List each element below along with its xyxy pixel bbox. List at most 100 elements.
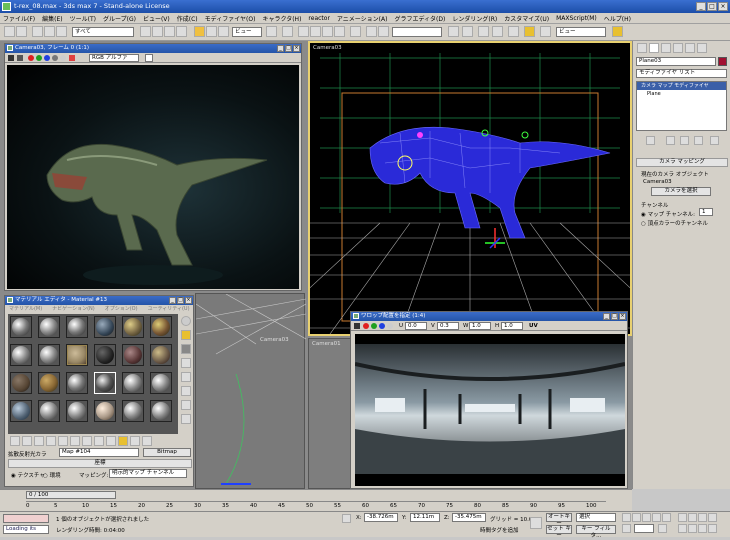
modify-tab-icon[interactable] [649, 43, 659, 53]
select-by-name-icon[interactable] [152, 26, 163, 37]
put-to-library-icon[interactable] [82, 436, 92, 446]
copy-image-icon[interactable] [17, 55, 23, 61]
maxscript-listener[interactable] [3, 514, 49, 523]
bind-space-warp-icon[interactable] [56, 26, 67, 37]
uv-tiling-icon[interactable] [181, 358, 191, 368]
camera-mapping-rollout[interactable]: カメラ マッピング [636, 158, 728, 167]
menu-customize[interactable]: カスタマイズ(U) [504, 14, 549, 23]
maximize-button[interactable]: □ [611, 313, 618, 320]
reset-map-icon[interactable] [46, 436, 56, 446]
select-object-icon[interactable] [140, 26, 151, 37]
close-button[interactable]: × [185, 297, 192, 304]
menu-graph-editors[interactable]: グラフエディタ(D) [394, 14, 445, 23]
view-dropdown[interactable]: ビュー [556, 27, 606, 37]
key-mode-icon[interactable] [622, 524, 631, 533]
next-frame-icon[interactable] [652, 513, 661, 522]
close-button[interactable]: × [718, 2, 728, 11]
environment-radio[interactable]: ○ 環境 [43, 471, 61, 479]
current-frame-field[interactable] [634, 524, 654, 533]
rect-selection-icon[interactable] [164, 26, 175, 37]
channel-dropdown[interactable]: RGB アルファ [89, 54, 139, 62]
uv-button[interactable]: UV [529, 323, 538, 329]
sample-slot[interactable] [10, 400, 32, 422]
mat-menu-material[interactable]: マテリアル(M) [9, 305, 42, 313]
mirror-icon[interactable] [366, 26, 377, 37]
snap-3d-icon[interactable] [298, 26, 309, 37]
zoom-icon[interactable] [678, 513, 687, 522]
modifier-list-dropdown[interactable]: モディファイヤ リスト [636, 69, 727, 78]
menu-maxscript[interactable]: MAXScript(M) [556, 15, 597, 22]
menu-rendering[interactable]: レンダリング(R) [452, 14, 497, 23]
named-selection-dropdown[interactable] [392, 27, 442, 37]
camera01-viewport[interactable]: Camera01 [308, 338, 356, 489]
key-icon[interactable] [530, 517, 542, 529]
material-editor-window[interactable]: マテリアル エディタ - Material #13 _ □ × マテリアル(M) ナ… [4, 295, 194, 487]
sample-slot[interactable] [10, 344, 32, 366]
green-channel-icon[interactable] [371, 323, 377, 329]
sample-slot[interactable] [122, 344, 144, 366]
zoom-extents-all-icon[interactable] [708, 513, 717, 522]
env-map-window[interactable]: ワロップ配置を指定 (1:4) _ □ × U 0.0 V 0.3 W 1.0 H … [350, 311, 628, 489]
frame-window-title-bar[interactable]: Camera03, フレーム 0 (1:1) _ □ × [5, 44, 301, 53]
sample-slot[interactable] [38, 372, 60, 394]
menu-tools[interactable]: ツール(T) [70, 14, 96, 23]
link-icon[interactable] [32, 26, 43, 37]
mono-icon[interactable] [60, 55, 66, 61]
blue-channel-icon[interactable] [44, 55, 50, 61]
camera-viewport-label[interactable]: Camera03 [260, 337, 289, 343]
sample-slot[interactable] [10, 316, 32, 338]
orbit-icon[interactable] [698, 524, 707, 533]
configure-sets-icon[interactable] [710, 136, 719, 145]
map-type-button[interactable]: Bitmap [143, 448, 191, 457]
menu-edit[interactable]: 編集(E) [42, 14, 62, 23]
maximize-button[interactable]: □ [177, 297, 184, 304]
video-color-check-icon[interactable] [181, 372, 191, 382]
go-to-start-icon[interactable] [622, 513, 631, 522]
make-unique-icon[interactable] [70, 436, 80, 446]
sample-slot[interactable] [94, 400, 116, 422]
x-coordinate-field[interactable]: -38.726m [364, 513, 398, 522]
menu-view[interactable]: ビュー(V) [143, 14, 170, 23]
red-channel-icon[interactable] [363, 323, 369, 329]
add-time-tag[interactable]: 時間タグを追加 [480, 526, 519, 534]
go-forward-sibling-icon[interactable] [142, 436, 152, 446]
green-channel-icon[interactable] [36, 55, 42, 61]
material-effects-icon[interactable] [94, 436, 104, 446]
remove-modifier-icon[interactable] [694, 136, 703, 145]
sample-slot[interactable] [122, 400, 144, 422]
window-crossing-icon[interactable] [176, 26, 187, 37]
sample-slot[interactable] [38, 316, 60, 338]
minimize-button[interactable]: _ [696, 2, 706, 11]
sample-slot[interactable] [94, 316, 116, 338]
w-field[interactable]: 1.0 [469, 322, 491, 330]
align-icon[interactable] [378, 26, 389, 37]
mat-menu-utilities[interactable]: ユーティリティ(U) [148, 305, 190, 313]
close-button[interactable]: × [619, 313, 626, 320]
make-unique-icon[interactable] [680, 136, 689, 145]
schematic-view-icon[interactable] [478, 26, 489, 37]
sample-type-icon[interactable] [181, 316, 191, 326]
spinner-snap-icon[interactable] [334, 26, 345, 37]
maximize-button[interactable]: □ [285, 45, 292, 52]
zoom-all-icon[interactable] [688, 513, 697, 522]
bottom-left-viewport[interactable] [195, 293, 307, 489]
sample-slot[interactable] [66, 316, 88, 338]
display-tab-icon[interactable] [685, 43, 695, 53]
minimize-button[interactable]: _ [277, 45, 284, 52]
minimize-button[interactable]: _ [603, 313, 610, 320]
sample-slot[interactable] [66, 372, 88, 394]
maximize-viewport-icon[interactable] [708, 524, 717, 533]
make-copy-icon[interactable] [58, 436, 68, 446]
make-preview-icon[interactable] [181, 386, 191, 396]
assign-material-icon[interactable] [34, 436, 44, 446]
sample-slot[interactable] [94, 344, 116, 366]
mat-menu-navigation[interactable]: ナビゲーション(N) [52, 305, 95, 313]
maximize-button[interactable]: □ [707, 2, 717, 11]
show-end-result-icon[interactable] [118, 436, 128, 446]
minimize-button[interactable]: _ [169, 297, 176, 304]
motion-tab-icon[interactable] [673, 43, 683, 53]
undo-icon[interactable] [4, 26, 15, 37]
move-icon[interactable] [194, 26, 205, 37]
set-key-button[interactable]: セット キー [546, 525, 572, 539]
material-editor-title-bar[interactable]: マテリアル エディタ - Material #13 _ □ × [5, 296, 193, 305]
